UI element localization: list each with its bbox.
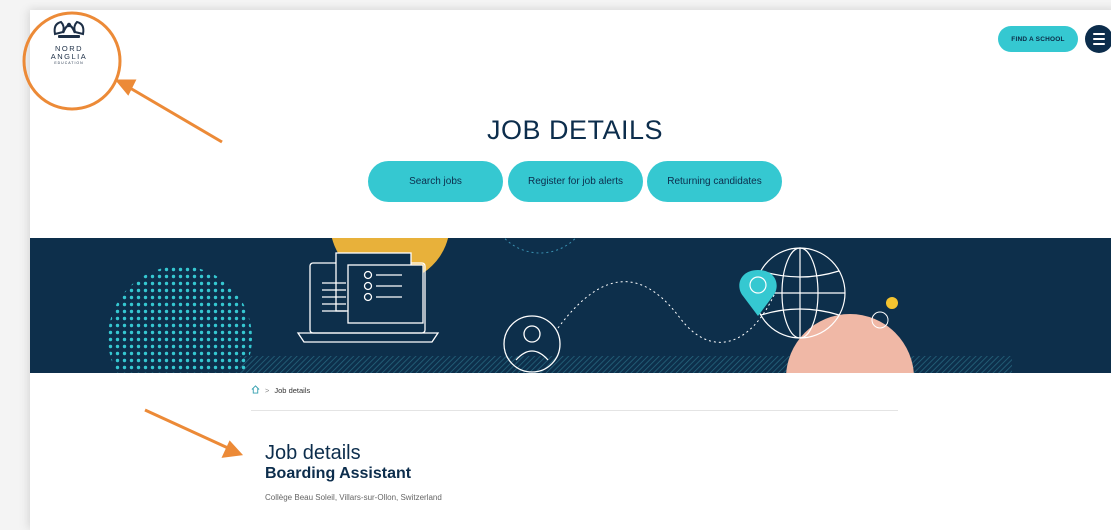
job-details-heading: Job details (265, 442, 361, 464)
job-title: Boarding Assistant (265, 465, 412, 482)
breadcrumb-current: Job details (274, 386, 311, 395)
salmon-circle (786, 314, 914, 373)
dot-pattern-circle (108, 266, 252, 373)
find-a-school-button[interactable]: FIND A SCHOOL (998, 26, 1078, 52)
yellow-dot (886, 297, 898, 309)
divider (251, 410, 898, 411)
nord-anglia-logo[interactable]: NORD ANGLIA EDUCATION (36, 16, 102, 65)
search-jobs-button[interactable]: Search jobs (368, 161, 503, 202)
banner-illustration (108, 238, 1012, 373)
crown-emblem-icon (53, 20, 85, 38)
job-location: Collège Beau Soleil, Villars-sur-Ollon, … (265, 493, 442, 502)
breadcrumb-separator: > (265, 386, 270, 395)
register-job-alerts-button[interactable]: Register for job alerts (508, 161, 643, 202)
returning-candidates-button[interactable]: Returning candidates (647, 161, 782, 202)
hamburger-menu-icon[interactable] (1085, 25, 1111, 53)
page: NORD ANGLIA EDUCATION FIND A SCHOOL JOB … (30, 10, 1111, 530)
logo-text-anglia: ANGLIA (50, 52, 88, 61)
hero-banner (30, 238, 1111, 373)
breadcrumb: > Job details (251, 385, 310, 396)
laptop-illustration (296, 252, 440, 343)
logo-text-education: EDUCATION (54, 61, 84, 65)
home-icon[interactable] (251, 385, 260, 396)
page-title: JOB DETAILS (486, 115, 664, 145)
